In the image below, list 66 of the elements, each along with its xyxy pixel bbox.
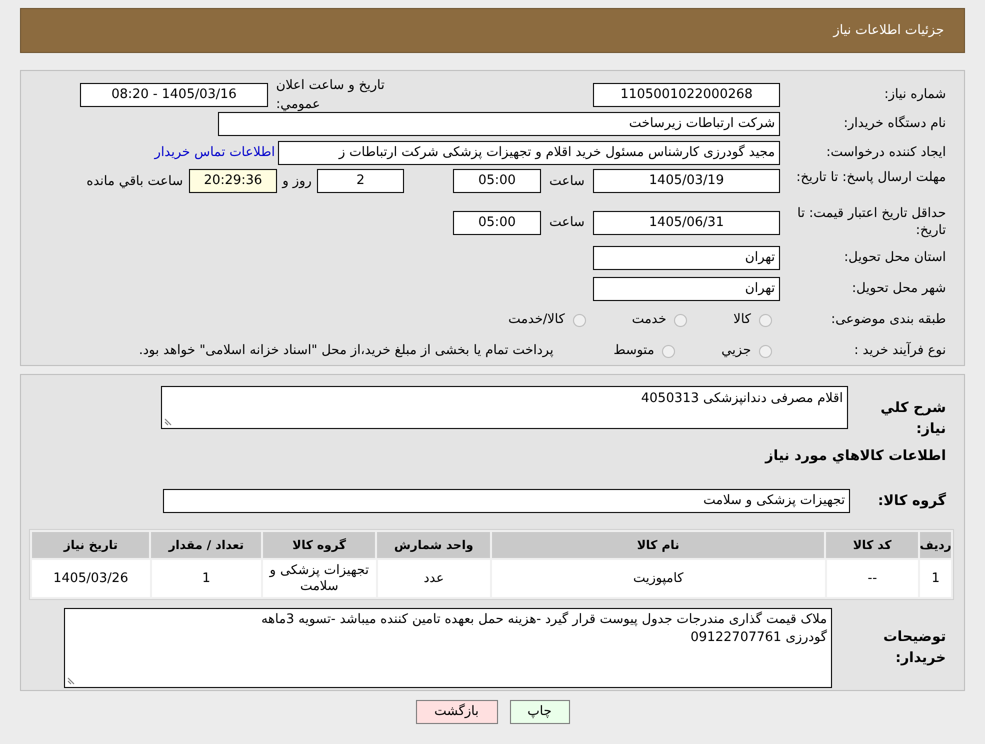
table-cell: 1405/03/26 xyxy=(32,560,150,597)
summary-textarea[interactable]: اقلام مصرفی دندانپزشكی 4050313 xyxy=(161,386,848,429)
radio-button[interactable] xyxy=(674,314,688,326)
field-label: نوع فرآيند خريد : xyxy=(853,341,946,360)
days-field: 2 xyxy=(317,169,404,193)
field-label: تاريخ و ساعت اعلان عمومي: xyxy=(276,76,386,114)
validity-time-field: 05:00 xyxy=(453,211,541,235)
column-header: واحد شمارش xyxy=(377,532,490,558)
field-label: گروه كالا: xyxy=(876,491,947,510)
radio-label: متوسط xyxy=(613,342,654,360)
column-header: تعداد / مقدار xyxy=(151,532,261,558)
field-label: ايجاد كننده درخواست: xyxy=(825,144,946,162)
remaining-time-field: 20:29:36 xyxy=(189,169,277,193)
time-label: ساعت xyxy=(548,214,586,232)
buyer-notes-textarea[interactable]: ملاک قيمت گذاری مندرجات جدول پيوست قرار گيرد -هزينه حمل بعهده تامين كننده ميباشد -تسويه 3ماهه گودرزی 09122707761 xyxy=(64,608,832,688)
page-title: جزئیات اطلاعات نیاز xyxy=(833,22,944,40)
column-header: رديف xyxy=(920,532,951,558)
field-label: استان محل تحويل: xyxy=(843,249,946,268)
notes-line: ملاک قيمت گذاری مندرجات جدول پيوست قرار گيرد -هزينه حمل بعهده تامين كننده ميباشد -تسويه 3ماهه xyxy=(260,611,827,629)
field-label: شماره نياز: xyxy=(883,86,946,104)
radio-label: كالا/خدمت xyxy=(508,311,565,330)
column-header: گروه كالا xyxy=(262,532,376,558)
field-label: نام دستگاه خريدار: xyxy=(842,114,946,134)
requester-field: مجيد گودرزی كارشناس مسئول خريد اقلام و تجهيزات پزشكی شركت ارتباطات ز xyxy=(278,141,780,165)
radio-button[interactable] xyxy=(759,314,772,326)
radio-button[interactable] xyxy=(662,344,676,358)
payment-note: پرداخت تمام يا بخشی از مبلغ خريد،از محل "اسناد خزانه اسلامی" خواهد بود. xyxy=(138,342,554,360)
goods-group-field: تجهيزات پزشكی و سلامت xyxy=(163,489,850,513)
field-label: شهر محل تحويل: xyxy=(850,280,946,298)
province-field: تهران xyxy=(593,246,780,270)
table-cell: -- xyxy=(826,560,918,597)
radio-button[interactable] xyxy=(759,344,772,358)
resize-grip-icon xyxy=(164,418,172,426)
buyer-org-field: شركت ارتباطات زيرساخت xyxy=(218,112,780,136)
table-cell: 1 xyxy=(152,560,262,597)
resize-grip-icon xyxy=(67,677,75,685)
remaining-label: ساعت باقي مانده xyxy=(86,173,183,191)
print-button[interactable]: چاپ xyxy=(510,700,570,724)
column-header: تاريخ نياز xyxy=(32,532,150,558)
notes-line: گودرزی 09122707761 xyxy=(689,629,827,647)
table-cell: 1 xyxy=(920,560,951,597)
field-label: توضيحات خريدار: xyxy=(882,628,947,668)
section-heading: اطلاعات كالاهاي مورد نياز xyxy=(764,447,947,466)
deadline-date-field: 1405/03/19 xyxy=(593,169,780,193)
deadline-time-field: 05:00 xyxy=(453,169,541,193)
table-cell: كامپوزيت xyxy=(492,560,825,597)
validity-date-field: 1405/06/31 xyxy=(593,211,780,235)
column-header: كد كالا xyxy=(826,532,918,558)
days-label: روز و xyxy=(280,173,313,191)
city-field: تهران xyxy=(593,277,780,301)
radio-button[interactable] xyxy=(572,314,586,326)
time-label: ساعت xyxy=(548,173,586,191)
field-label: شرح كلي نياز: xyxy=(880,399,947,439)
need-number-field: 1105001022000268 xyxy=(593,83,780,107)
announce-date-field: 1405/03/16 - 08:20 xyxy=(80,83,268,107)
field-label: طبقه بندی موضوعی: xyxy=(830,311,946,330)
field-label: حداقل تاريخ اعتبار قيمت: تا تاريخ: xyxy=(796,205,946,239)
radio-label: خدمت xyxy=(632,311,666,330)
back-button[interactable]: بازگشت xyxy=(416,700,498,724)
field-label: مهلت ارسال پاسخ: تا تاريخ: xyxy=(795,169,946,186)
buyer-contact-link[interactable]: اطلاعات تماس خريدار xyxy=(154,143,275,163)
table-cell: تجهيزات پزشكی و سلامت xyxy=(263,560,376,597)
radio-label: جزيي xyxy=(721,342,751,360)
radio-label: كالا xyxy=(733,311,751,330)
table-cell: عدد xyxy=(378,560,490,597)
column-header: نام كالا xyxy=(492,532,824,558)
